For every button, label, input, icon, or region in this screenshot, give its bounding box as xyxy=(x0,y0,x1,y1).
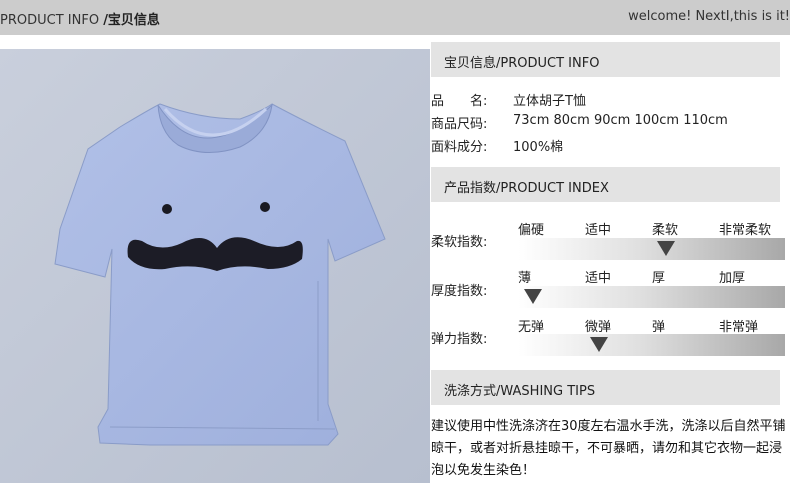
info-label: 品 名: xyxy=(431,94,488,109)
section-header-product-info: 宝贝信息/PRODUCT INFO xyxy=(431,42,780,77)
index-level: 厚 xyxy=(652,271,666,286)
product-photo xyxy=(0,49,430,483)
tshirt-with-mustache-icon xyxy=(0,49,430,483)
index-scale-bar xyxy=(518,238,785,260)
section-header-washing-tips: 洗涤方式/WASHING TIPS xyxy=(431,370,780,405)
index-scale-bar xyxy=(518,286,785,308)
header-title-en: PRODUCT INFO xyxy=(0,13,104,28)
index-level: 加厚 xyxy=(719,271,746,286)
index-scale-bar xyxy=(518,334,785,356)
index-level: 弹 xyxy=(652,320,666,335)
index-label-thickness: 厚度指数: xyxy=(431,284,488,299)
info-value: 立体胡子T恤 xyxy=(513,94,586,109)
index-marker-icon xyxy=(524,289,542,304)
product-detail-page: PRODUCT INFO /宝贝信息 welcome! NextI,this i… xyxy=(0,0,790,483)
info-value: 100%棉 xyxy=(513,140,564,155)
info-value: 73cm 80cm 90cm 100cm 110cm xyxy=(513,113,728,128)
index-level: 薄 xyxy=(518,271,532,286)
index-marker-icon xyxy=(590,337,608,352)
index-marker-icon xyxy=(657,241,675,256)
index-label-elasticity: 弹力指数: xyxy=(431,332,488,347)
header-title: PRODUCT INFO /宝贝信息 xyxy=(0,9,160,28)
index-level: 适中 xyxy=(585,223,612,238)
header-title-cn: /宝贝信息 xyxy=(103,13,160,28)
product-details-column: 宝贝信息/PRODUCT INFO 品 名: 立体胡子T恤 商品尺码: 73cm… xyxy=(431,0,790,483)
index-level: 无弹 xyxy=(518,320,545,335)
info-label: 面料成分: xyxy=(431,140,488,155)
index-level: 偏硬 xyxy=(518,223,545,238)
index-label-softness: 柔软指数: xyxy=(431,235,488,250)
index-level: 非常弹 xyxy=(719,320,759,335)
index-level: 柔软 xyxy=(652,223,679,238)
info-label: 商品尺码: xyxy=(431,117,488,132)
index-level: 非常柔软 xyxy=(719,223,772,238)
washing-instructions: 建议使用中性洗涤济在30度左右温水手洗，洗涤以后自然平铺晾干，或者对折悬挂晾干，… xyxy=(431,419,786,478)
section-header-product-index: 产品指数/PRODUCT INDEX xyxy=(431,167,780,202)
index-level: 微弹 xyxy=(585,320,612,335)
index-level: 适中 xyxy=(585,271,612,286)
